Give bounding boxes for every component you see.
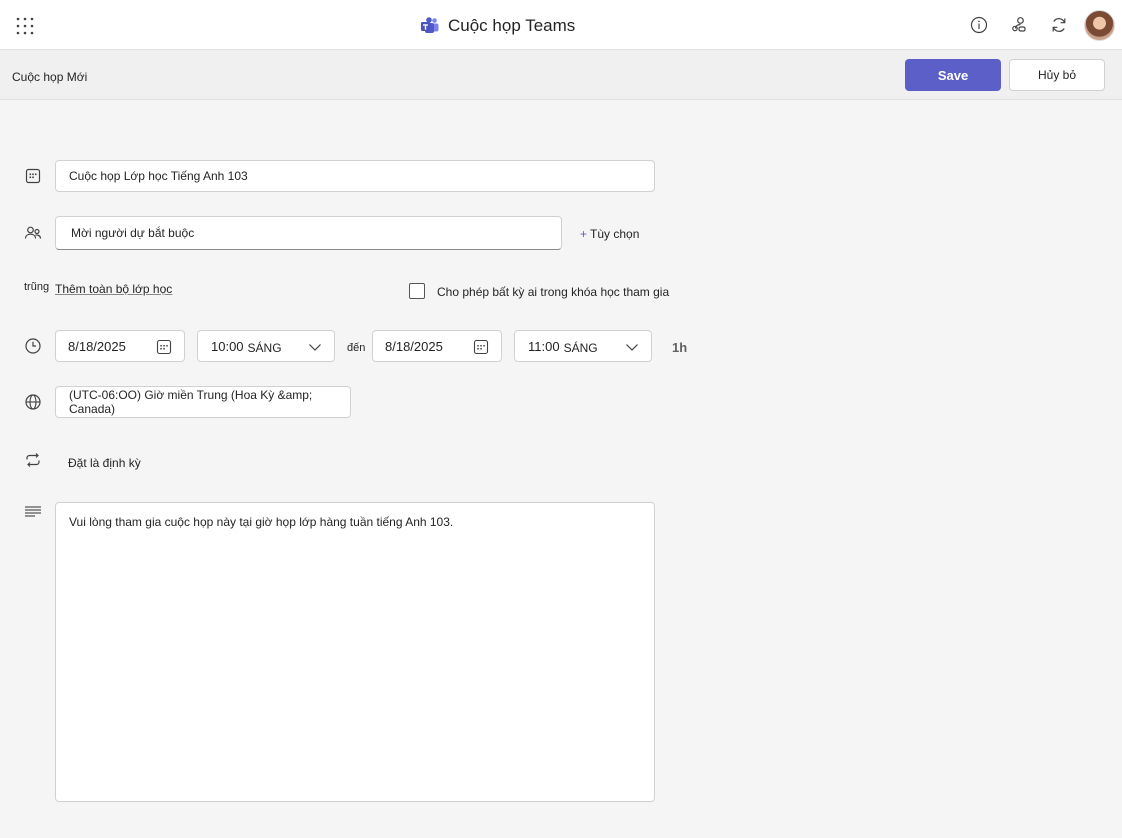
timezone-value: (UTC-06:OO) Giờ miền Trung (Hoa Kỳ &amp;… bbox=[69, 388, 313, 416]
save-button[interactable]: Save bbox=[905, 59, 1001, 91]
info-icon[interactable] bbox=[969, 15, 989, 35]
optional-label: Tùy chọn bbox=[590, 227, 640, 241]
chevron-down-icon bbox=[626, 344, 638, 351]
allow-anyone-label: Cho phép bất kỳ ai trong khóa học tham g… bbox=[437, 285, 670, 299]
description-textarea[interactable]: Vui lòng tham gia cuộc họp này tại giờ h… bbox=[55, 502, 655, 802]
end-date-picker[interactable]: 8/18/2025 bbox=[372, 330, 502, 362]
start-time-select[interactable]: 10:00 SÁNG bbox=[197, 330, 335, 362]
people-settings-icon[interactable] bbox=[1009, 15, 1029, 35]
clock-icon bbox=[25, 338, 41, 354]
plus-icon: + bbox=[580, 227, 588, 241]
repeat-icon bbox=[26, 453, 40, 467]
top-bar: Cuộc họp Teams bbox=[0, 0, 1122, 50]
description-text: Vui lòng tham gia cuộc họp này tại giờ h… bbox=[69, 515, 454, 529]
invite-placeholder: Mời người dự bắt buộc bbox=[71, 226, 195, 240]
optional-attendees-button[interactable]: + Tùy chọn bbox=[580, 227, 639, 241]
calendar-icon bbox=[473, 339, 489, 355]
globe-icon bbox=[25, 394, 41, 410]
end-time-select[interactable]: 11:00 SÁNG bbox=[514, 330, 652, 362]
meeting-title-input[interactable]: Cuộc họp Lớp học Tiếng Anh 103 bbox=[55, 160, 655, 192]
start-time-period: SÁNG bbox=[247, 340, 282, 355]
invite-attendees-input[interactable]: Mời người dự bắt buộc bbox=[55, 216, 562, 250]
app-title-group: Cuộc họp Teams bbox=[420, 12, 575, 40]
to-label: đến bbox=[347, 342, 366, 354]
text-lines-icon bbox=[25, 506, 41, 517]
waffle-icon[interactable] bbox=[16, 17, 34, 35]
recurrence-select[interactable]: Đặt là định kỳ bbox=[68, 456, 141, 470]
start-date-picker[interactable]: 8/18/2025 bbox=[55, 330, 185, 362]
cancel-button[interactable]: Hủy bỏ bbox=[1009, 59, 1105, 91]
calendar-icon bbox=[156, 339, 172, 355]
meeting-title-value: Cuộc họp Lớp học Tiếng Anh 103 bbox=[69, 169, 248, 183]
allow-anyone-checkbox[interactable] bbox=[409, 283, 425, 299]
start-time-value: 10:00 bbox=[211, 338, 244, 354]
page-title: Cuộc họp Mới bbox=[12, 70, 88, 84]
chevron-down-icon bbox=[309, 344, 321, 351]
duration-label: 1h bbox=[672, 340, 688, 355]
add-whole-class-link[interactable]: Thêm toàn bộ lớp học bbox=[55, 282, 172, 296]
end-time-period: SÁNG bbox=[563, 340, 598, 355]
start-date-value: 8/18/2025 bbox=[68, 338, 126, 354]
people-icon bbox=[24, 226, 42, 239]
teams-logo-icon bbox=[421, 17, 439, 33]
avatar[interactable] bbox=[1084, 10, 1115, 41]
end-time-value: 11:00 bbox=[528, 338, 560, 354]
timezone-select[interactable]: (UTC-06:OO) Giờ miền Trung (Hoa Kỳ &amp;… bbox=[55, 386, 351, 418]
trung-label: trũng bbox=[24, 281, 50, 293]
calendar-title-icon bbox=[25, 168, 41, 184]
refresh-icon[interactable] bbox=[1049, 15, 1069, 35]
app-title: Cuộc họp Teams bbox=[448, 16, 576, 35]
end-date-value: 8/18/2025 bbox=[385, 338, 443, 354]
